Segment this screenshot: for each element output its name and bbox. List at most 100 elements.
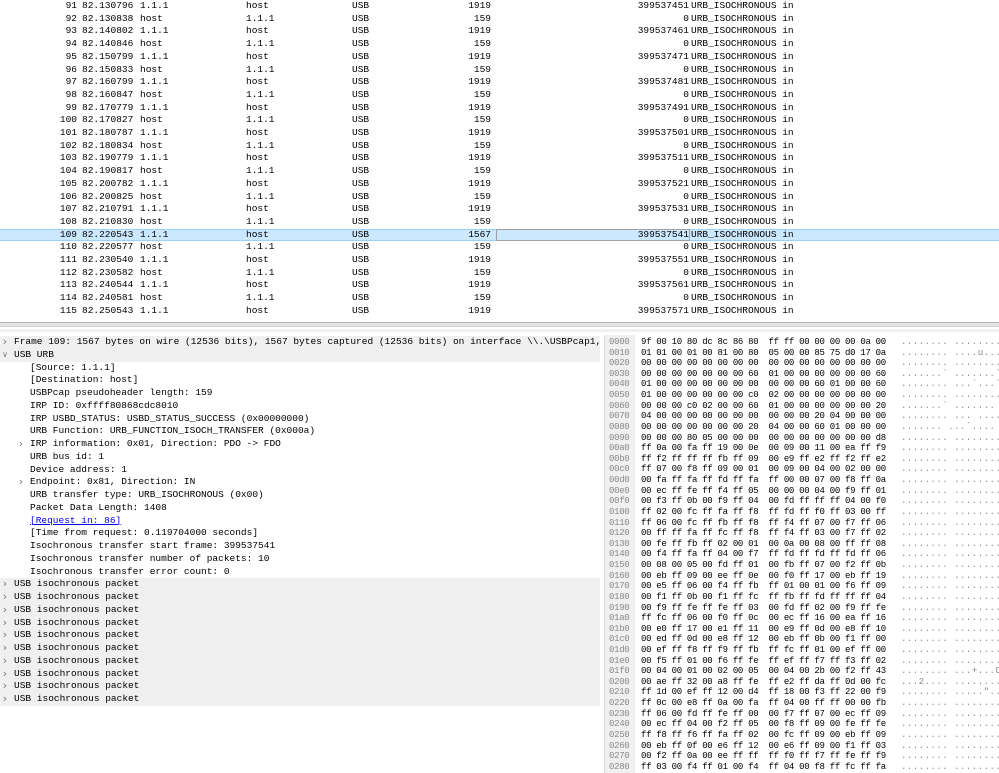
hex-bytes[interactable]: 00 00 00 c0 02 00 00 60 01 00 00 00 00 0…	[641, 401, 886, 412]
hex-bytes[interactable]: ff 06 00 fc ff fb ff f8 ff f4 ff 07 00 f…	[641, 518, 886, 529]
tree-field[interactable]: [Time from request: 0.119704000 seconds]	[0, 527, 600, 540]
hex-ascii[interactable]: ........ ........	[901, 656, 999, 667]
hex-bytes[interactable]: 00 ed ff 0d 00 e8 ff 12 00 eb ff 0b 00 f…	[641, 634, 886, 645]
hex-ascii[interactable]: ........ ........	[901, 337, 999, 348]
hex-bytes[interactable]: 00 00 00 80 05 00 00 00 00 00 00 00 00 0…	[641, 433, 886, 444]
hex-ascii[interactable]: ........ ........	[901, 464, 999, 475]
tree-field[interactable]: Isochronous transfer start frame: 399537…	[0, 540, 600, 553]
hex-row[interactable]: 00a0 ff 0a 00 fa ff 19 00 0e 00 09 00 11 …	[605, 443, 999, 454]
hex-bytes[interactable]: ff f2 ff ff ff fb ff 09 00 e9 ff e2 ff f…	[641, 454, 886, 465]
hex-row[interactable]: 0050 01 00 00 00 00 00 00 c0 02 00 00 00 …	[605, 390, 999, 401]
hex-ascii[interactable]: ........ ........	[901, 528, 999, 539]
hex-bytes[interactable]: ff 06 00 fd ff fe ff 00 00 f7 ff 07 00 e…	[641, 709, 886, 720]
packet-row[interactable]: 101 82.180787 1.1.1 host USB 1919 399537501 URB…	[0, 127, 999, 140]
hex-ascii[interactable]: .......` .......	[901, 401, 999, 412]
packet-row[interactable]: 104 82.190817 host 1.1.1 USB 159 0 URB_ISOCHRON…	[0, 165, 999, 178]
hex-row[interactable]: 0080 00 00 00 00 00 00 00 20 04 00 00 60 …	[605, 421, 999, 433]
tree-node[interactable]: › USB isochronous packet	[0, 641, 600, 655]
hex-ascii[interactable]: ........ ....."..	[901, 687, 999, 698]
hex-ascii[interactable]: ...2.... ........	[901, 677, 999, 688]
hex-row[interactable]: 0100 ff 02 00 fc ff fa ff f8 ff fd ff f0 …	[605, 506, 999, 518]
hex-ascii[interactable]: ........ ........	[901, 518, 999, 529]
packet-row[interactable]: 98 82.160847 host 1.1.1 USB 159 0 URB_ISOCHRONO…	[0, 89, 999, 102]
hex-ascii[interactable]: ........ ........	[901, 475, 999, 486]
tree-node[interactable]: › USB isochronous packet	[0, 616, 600, 630]
tree-node[interactable]: › USB isochronous packet	[0, 603, 600, 617]
chevron-right-icon[interactable]: ›	[16, 437, 26, 451]
chevron-right-icon[interactable]: ›	[16, 475, 26, 489]
tree-field[interactable]: IRP USBD_STATUS: USBD_STATUS_SUCCESS (0x…	[0, 413, 600, 426]
hex-bytes[interactable]: 00 eb ff 09 00 ee ff 0e 00 f0 ff 17 00 e…	[641, 571, 886, 582]
hex-ascii[interactable]: ........ ........	[901, 433, 999, 444]
chevron-right-icon[interactable]: ›	[0, 590, 10, 604]
hex-row[interactable]: 0230 ff 06 00 fd ff fe ff 00 00 f7 ff 07 …	[605, 708, 999, 720]
packet-row[interactable]: 111 82.230540 1.1.1 host USB 1919 399537551 URB…	[0, 254, 999, 267]
packet-row[interactable]: 100 82.170827 host 1.1.1 USB 159 0 URB_ISOCHRON…	[0, 114, 999, 127]
packet-list[interactable]: 91 82.130796 1.1.1 host USB 1919 399537451 URB_…	[0, 0, 999, 318]
hex-row[interactable]: 0150 00 08 00 05 00 fd ff 01 00 fb ff 07 …	[605, 560, 999, 571]
hex-row[interactable]: 0240 00 ec ff 04 00 f2 ff 05 00 f8 ff 09 …	[605, 719, 999, 730]
packet-row[interactable]: 95 82.150799 1.1.1 host USB 1919 399537471 URB_…	[0, 51, 999, 64]
hex-bytes[interactable]: 01 00 00 00 00 00 00 c0 02 00 00 00 00 0…	[641, 390, 886, 401]
chevron-right-icon[interactable]: ›	[0, 603, 10, 617]
hex-bytes[interactable]: 00 ec ff fe ff f4 ff 05 00 00 00 04 00 f…	[641, 486, 886, 497]
packet-row-selected[interactable]: 109 82.220543 1.1.1 host USB 1567 399537541 URB…	[0, 228, 999, 242]
tree-field[interactable]: URB bus id: 1	[0, 451, 600, 464]
hex-bytes[interactable]: 01 01 00 01 00 81 00 80 05 00 00 85 75 d…	[641, 348, 886, 359]
hex-row[interactable]: 00b0 ff f2 ff ff ff fb ff 09 00 e9 ff e2 …	[605, 453, 999, 465]
tree-field[interactable]: [Source: 1.1.1]	[0, 362, 600, 375]
packet-row[interactable]: 91 82.130796 1.1.1 host USB 1919 399537451 URB_…	[0, 0, 999, 13]
hex-bytes[interactable]: 9f 00 10 80 dc 8c 86 80 ff ff 00 00 00 0…	[641, 337, 886, 348]
hex-row[interactable]: 01b0 00 e0 ff 17 00 e1 ff 11 00 e9 ff 0d …	[605, 623, 999, 635]
hex-ascii[interactable]: .......` .......`	[901, 369, 999, 380]
hex-ascii[interactable]: ........ ........	[901, 762, 999, 773]
hex-ascii[interactable]: ........ ........	[901, 741, 999, 752]
hex-ascii[interactable]: ........ ........	[901, 603, 999, 614]
tree-field[interactable]: Device address: 1	[0, 464, 600, 477]
hex-bytes[interactable]: 00 ff ff fa ff fc ff f8 ff f4 ff 03 00 f…	[641, 528, 886, 539]
hex-ascii[interactable]: ........ ........	[901, 486, 999, 497]
hex-row[interactable]: 0040 01 00 00 00 00 00 00 00 00 00 00 60 …	[605, 379, 999, 391]
hex-row[interactable]: 0190 00 f9 ff fe ff fe ff 03 00 fd ff 02 …	[605, 602, 999, 614]
hex-ascii[interactable]: ........ ........	[901, 390, 999, 401]
tree-field[interactable]: Isochronous transfer error count: 0	[0, 566, 600, 579]
tree-node[interactable]: ∨ USB URB	[0, 348, 600, 362]
hex-ascii[interactable]: ........ ........	[901, 709, 999, 720]
hex-bytes[interactable]: 00 fa ff fa ff fd ff fa ff 00 00 07 00 f…	[641, 475, 886, 486]
hex-ascii[interactable]: ........ ........	[901, 358, 999, 369]
hex-ascii[interactable]: ........ ........	[901, 443, 999, 454]
tree-field[interactable]: Isochronous transfer number of packets: …	[0, 553, 600, 566]
tree-node[interactable]: › USB isochronous packet	[0, 577, 600, 591]
packet-row[interactable]: 113 82.240544 1.1.1 host USB 1919 399537561 URB…	[0, 279, 999, 292]
hex-ascii[interactable]: ........ ........	[901, 719, 999, 730]
hex-ascii[interactable]: ........ ........	[901, 539, 999, 550]
hex-bytes[interactable]: ff fc ff 06 00 f0 ff 0c 00 ec ff 16 00 e…	[641, 613, 886, 624]
tree-node[interactable]: › USB isochronous packet	[0, 692, 600, 706]
tree-field[interactable]: [Request in: 86]	[0, 515, 600, 528]
packet-row[interactable]: 106 82.200825 host 1.1.1 USB 159 0 URB_ISOCHRON…	[0, 191, 999, 204]
hex-row[interactable]: 0090 00 00 00 80 05 00 00 00 00 00 00 00 …	[605, 432, 999, 444]
hex-ascii[interactable]: ....... ...`....	[901, 422, 995, 433]
chevron-right-icon[interactable]: ›	[0, 654, 10, 668]
hex-row[interactable]: 0160 00 eb ff 09 00 ee ff 0e 00 f0 ff 17 …	[605, 570, 999, 582]
hex-ascii[interactable]: ........ ........	[901, 592, 999, 603]
hex-row[interactable]: 0180 00 f1 ff 0b 00 f1 ff fc ff fb ff fd …	[605, 591, 999, 603]
hex-bytes[interactable]: 00 f3 ff 0b 00 f9 ff 04 00 fd ff ff ff 0…	[641, 496, 886, 507]
hex-bytes[interactable]: 00 ae ff 32 00 a8 ff fe ff e2 ff da ff 0…	[641, 677, 886, 688]
hex-bytes[interactable]: 00 f5 ff 01 00 f6 ff fe ff ef ff f7 ff f…	[641, 656, 886, 667]
chevron-right-icon[interactable]: ›	[0, 641, 10, 655]
tree-node[interactable]: › USB isochronous packet	[0, 654, 600, 668]
hex-ascii[interactable]: ........ ........	[901, 454, 999, 465]
hex-ascii[interactable]: ........ ........	[901, 751, 999, 762]
packet-row[interactable]: 108 82.210830 host 1.1.1 USB 159 0 URB_ISOCHRON…	[0, 216, 999, 229]
tree-field[interactable]: › Endpoint: 0x81, Direction: IN	[0, 475, 600, 489]
tree-node[interactable]: › USB isochronous packet	[0, 679, 600, 693]
packet-row[interactable]: 114 82.240581 host 1.1.1 USB 159 0 URB_ISOCHRON…	[0, 292, 999, 305]
tree-field[interactable]: [Destination: host]	[0, 374, 600, 387]
chevron-right-icon[interactable]: ›	[0, 692, 10, 706]
hex-row[interactable]: 0270 00 f2 ff 0a 00 ee ff ff ff f0 ff f7 …	[605, 751, 999, 762]
packet-details-tree[interactable]: › Frame 109: 1567 bytes on wire (12536 bi…	[0, 335, 600, 773]
tree-node[interactable]: › USB isochronous packet	[0, 667, 600, 681]
hex-bytes[interactable]: 00 08 00 05 00 fd ff 01 00 fb ff 07 00 f…	[641, 560, 886, 571]
chevron-down-icon[interactable]: ∨	[0, 349, 10, 362]
